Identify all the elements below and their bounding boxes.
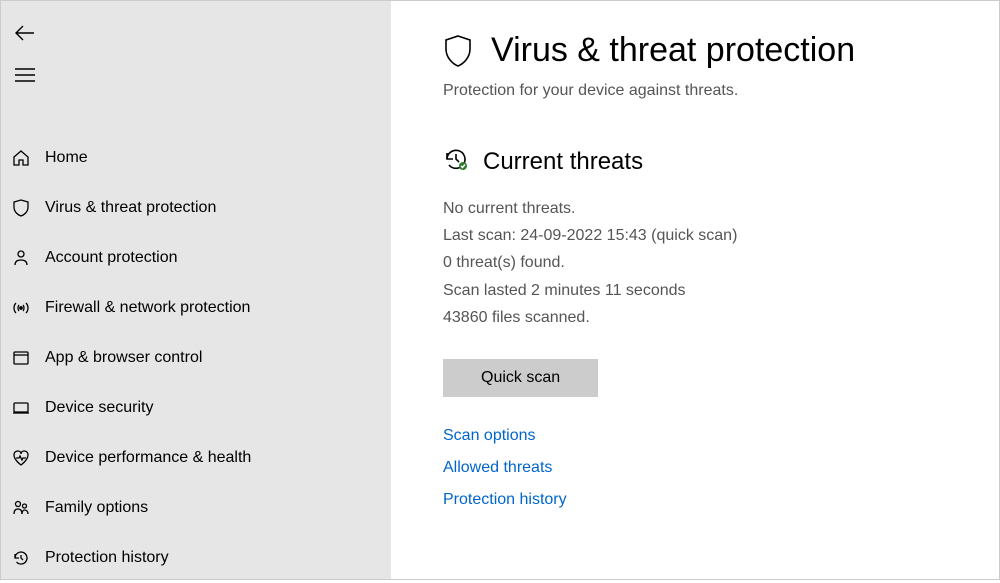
page-title: Virus & threat protection [491, 31, 855, 70]
app-browser-icon [11, 348, 31, 368]
protection-history-link[interactable]: Protection history [443, 491, 969, 509]
scan-history-icon [443, 146, 469, 177]
sidebar-item-label: Family options [45, 499, 148, 517]
sidebar-item-family[interactable]: Family options [1, 483, 391, 533]
sidebar-item-label: Protection history [45, 549, 169, 567]
top-icons [1, 19, 391, 103]
account-icon [11, 248, 31, 268]
section-header: Current threats [443, 146, 969, 177]
sidebar-item-account[interactable]: Account protection [1, 233, 391, 283]
sidebar-item-label: Device security [45, 399, 153, 417]
section-title: Current threats [483, 148, 643, 176]
sidebar: Home Virus & threat protection Account p… [1, 1, 391, 579]
shield-icon [11, 198, 31, 218]
shield-icon [443, 34, 473, 68]
status-last-scan: Last scan: 24-09-2022 15:43 (quick scan) [443, 222, 969, 249]
sidebar-item-virus[interactable]: Virus & threat protection [1, 183, 391, 233]
hamburger-icon [15, 68, 35, 87]
quick-scan-button[interactable]: Quick scan [443, 359, 598, 397]
menu-button[interactable] [11, 61, 43, 93]
threat-status: No current threats. Last scan: 24-09-202… [443, 195, 969, 331]
status-files-scanned: 43860 files scanned. [443, 304, 969, 331]
sidebar-item-label: Home [45, 149, 88, 167]
sidebar-item-label: App & browser control [45, 349, 202, 367]
page-subtitle: Protection for your device against threa… [443, 82, 969, 100]
device-icon [11, 398, 31, 418]
main-content: Virus & threat protection Protection for… [391, 1, 999, 579]
link-list: Scan options Allowed threats Protection … [443, 427, 969, 509]
status-no-threats: No current threats. [443, 195, 969, 222]
sidebar-item-label: Firewall & network protection [45, 299, 250, 317]
home-icon [11, 148, 31, 168]
history-icon [11, 548, 31, 568]
family-icon [11, 498, 31, 518]
sidebar-item-firewall[interactable]: Firewall & network protection [1, 283, 391, 333]
sidebar-item-label: Virus & threat protection [45, 199, 216, 217]
nav: Home Virus & threat protection Account p… [1, 133, 391, 583]
sidebar-item-device[interactable]: Device security [1, 383, 391, 433]
health-icon [11, 448, 31, 468]
sidebar-item-app-browser[interactable]: App & browser control [1, 333, 391, 383]
sidebar-item-home[interactable]: Home [1, 133, 391, 183]
allowed-threats-link[interactable]: Allowed threats [443, 459, 969, 477]
sidebar-item-label: Device performance & health [45, 449, 251, 467]
firewall-icon [11, 298, 31, 318]
back-arrow-icon [15, 25, 35, 46]
back-button[interactable] [11, 19, 43, 51]
page-header: Virus & threat protection [443, 31, 969, 70]
sidebar-item-health[interactable]: Device performance & health [1, 433, 391, 483]
sidebar-item-history[interactable]: Protection history [1, 533, 391, 583]
scan-options-link[interactable]: Scan options [443, 427, 969, 445]
sidebar-item-label: Account protection [45, 249, 178, 267]
status-scan-duration: Scan lasted 2 minutes 11 seconds [443, 277, 969, 304]
status-threats-found: 0 threat(s) found. [443, 249, 969, 276]
